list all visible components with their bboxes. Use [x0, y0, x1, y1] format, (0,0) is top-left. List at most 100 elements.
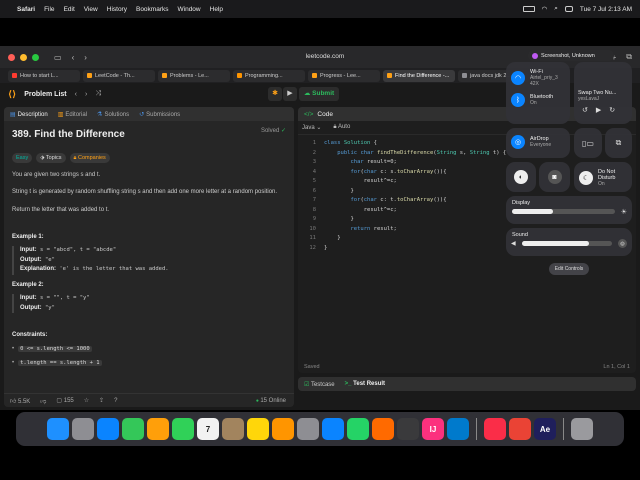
- camera-toggle[interactable]: ◙: [539, 162, 570, 192]
- menu-window[interactable]: Window: [178, 6, 201, 13]
- run-button[interactable]: ▶: [283, 87, 297, 101]
- screen-mirroring-button[interactable]: ⧉: [605, 128, 632, 158]
- screenshot-indicator[interactable]: Screenshot, Unknown: [528, 50, 614, 61]
- tab-test-result[interactable]: >_ Test Result: [345, 381, 385, 387]
- search-status-icon[interactable]: ⌕: [554, 5, 558, 13]
- code-text: result^=c;: [324, 178, 397, 184]
- clock[interactable]: Tue 7 Jul 2:13 AM: [580, 6, 632, 13]
- debug-button[interactable]: ✱: [268, 87, 282, 101]
- battery-icon[interactable]: [522, 6, 535, 12]
- settings-app-icon[interactable]: [297, 418, 319, 440]
- constraint-item: t.length == s.length + 1: [12, 359, 286, 368]
- auto-toggle[interactable]: 🔒︎ Auto: [333, 124, 350, 131]
- leetcode-logo-icon[interactable]: ⟨⟩: [8, 89, 16, 100]
- screenshot-app-icon[interactable]: [372, 418, 394, 440]
- like-button[interactable]: 👍︎ 5.5K: [10, 397, 30, 405]
- next-problem-icon[interactable]: ›: [85, 91, 87, 98]
- comments-button[interactable]: ▢ 155: [56, 397, 73, 404]
- control-center-icon[interactable]: [564, 6, 573, 12]
- menu-file[interactable]: File: [44, 6, 54, 13]
- tab-testcase[interactable]: ☑ Testcase: [304, 381, 335, 388]
- appstore-app-icon[interactable]: [322, 418, 344, 440]
- pages-app-icon[interactable]: [272, 418, 294, 440]
- shuffle-icon[interactable]: ⤨: [95, 90, 101, 98]
- aftereffects-app-icon[interactable]: Ae: [534, 418, 556, 440]
- browser-tab[interactable]: Programming...: [233, 69, 305, 82]
- control-center: ◠ Wi-Fi Airtel_priy_3 42X ᛒ Bluetooth On Sw…: [504, 62, 634, 282]
- browser-tab[interactable]: Progress - Lee...: [308, 69, 380, 82]
- menu-history[interactable]: History: [107, 6, 127, 13]
- help-button[interactable]: ?: [114, 398, 117, 404]
- menu-view[interactable]: View: [84, 6, 98, 13]
- bluetooth-toggle[interactable]: ᛒ Bluetooth On: [506, 90, 570, 110]
- play-icon[interactable]: ▶: [596, 106, 601, 114]
- whatsapp-app-icon[interactable]: [347, 418, 369, 440]
- sidebar-toggle-icon[interactable]: ▭: [54, 53, 62, 62]
- submit-button[interactable]: ☁ Submit: [299, 87, 339, 101]
- theme-toggle[interactable]: ◐: [506, 162, 536, 192]
- tab-submissions[interactable]: ↺ Submissions: [139, 111, 180, 118]
- contacts-app-icon[interactable]: [222, 418, 244, 440]
- menu-app-name[interactable]: Safari: [17, 6, 35, 13]
- problem-list-link[interactable]: Problem List: [24, 91, 66, 98]
- music-app-icon[interactable]: [484, 418, 506, 440]
- favorite-button[interactable]: ☆: [84, 397, 89, 404]
- intellij-app-icon[interactable]: IJ: [422, 418, 444, 440]
- notes-app-icon[interactable]: [247, 418, 269, 440]
- display-brightness-slider[interactable]: [512, 209, 615, 214]
- tab-editorial[interactable]: ▥ Editorial: [58, 111, 87, 118]
- dislike-button[interactable]: 👎︎: [40, 397, 46, 405]
- browser-tab[interactable]: Problems - Le...: [158, 69, 230, 82]
- menu-help[interactable]: Help: [210, 6, 223, 13]
- menu-edit[interactable]: Edit: [64, 6, 75, 13]
- question-icon: ?: [114, 397, 118, 404]
- safari-app-icon[interactable]: [97, 418, 119, 440]
- difficulty-badge[interactable]: Easy: [12, 152, 33, 164]
- skip-icon[interactable]: ↻: [609, 106, 615, 114]
- star-icon: ☆: [83, 398, 90, 404]
- code-text: public char findTheDifference(String s, …: [337, 149, 507, 156]
- davinci-app-icon[interactable]: [397, 418, 419, 440]
- back-icon[interactable]: ‹: [72, 53, 75, 62]
- vscode-app-icon[interactable]: [447, 418, 469, 440]
- stage-manager-button[interactable]: ▯▭: [574, 128, 602, 158]
- close-window-button[interactable]: [8, 53, 15, 61]
- speaker-icon: ◀: [511, 241, 516, 247]
- wifi-status-icon[interactable]: ◠: [542, 5, 548, 13]
- forward-icon[interactable]: ›: [84, 53, 87, 62]
- facetime-app-icon[interactable]: [172, 418, 194, 440]
- now-playing-module[interactable]: Swap Two Nu... yesLavaJ ↺ ▶ ↻: [574, 62, 632, 124]
- thumbs-down-icon: 👎︎: [40, 398, 47, 405]
- line-number: 8: [312, 206, 316, 213]
- address-bar[interactable]: leetcode.com: [200, 50, 450, 64]
- edit-controls-button[interactable]: Edit Controls: [549, 263, 589, 275]
- tab-overview-icon[interactable]: ⧉: [626, 52, 632, 62]
- airplay-audio-icon[interactable]: ◎: [618, 239, 627, 248]
- companies-chip[interactable]: 🔒︎ Companies: [69, 152, 110, 164]
- chrome-app-icon[interactable]: [509, 418, 531, 440]
- browser-tab[interactable]: Find the Difference -...: [383, 69, 455, 82]
- share-button[interactable]: ⇪: [99, 397, 104, 404]
- launchpad-app-icon[interactable]: [72, 418, 94, 440]
- finder-app-icon[interactable]: [47, 418, 69, 440]
- browser-tab[interactable]: How to start L...: [8, 69, 80, 82]
- language-select[interactable]: Java ⌄: [302, 124, 321, 131]
- minimize-window-button[interactable]: [20, 53, 27, 61]
- browser-tab[interactable]: LeetCode - Th...: [83, 69, 155, 82]
- topics-chip[interactable]: ⬗ Topics: [36, 152, 66, 164]
- tab-description[interactable]: ▤ Description: [10, 111, 48, 118]
- photos-app-icon[interactable]: [147, 418, 169, 440]
- tab-solutions[interactable]: ⚗ Solutions: [97, 111, 129, 118]
- trash-app-icon[interactable]: [571, 418, 593, 440]
- maps-app-icon[interactable]: [122, 418, 144, 440]
- prev-problem-icon[interactable]: ‹: [75, 91, 77, 98]
- menu-bookmarks[interactable]: Bookmarks: [136, 6, 169, 13]
- rewind-icon[interactable]: ↺: [582, 106, 588, 114]
- calendar-app-icon[interactable]: 7: [197, 418, 219, 440]
- problem-title[interactable]: 389. Find the Difference: [12, 127, 286, 143]
- dnd-toggle[interactable]: ☾ Do Not Disturb On: [574, 162, 632, 192]
- airdrop-module[interactable]: ◎ AirDrop Everyone: [506, 128, 570, 158]
- volume-slider[interactable]: [521, 241, 612, 246]
- wifi-toggle[interactable]: ◠ Wi-Fi Airtel_priy_3 42X: [506, 66, 570, 90]
- zoom-window-button[interactable]: [32, 53, 39, 61]
